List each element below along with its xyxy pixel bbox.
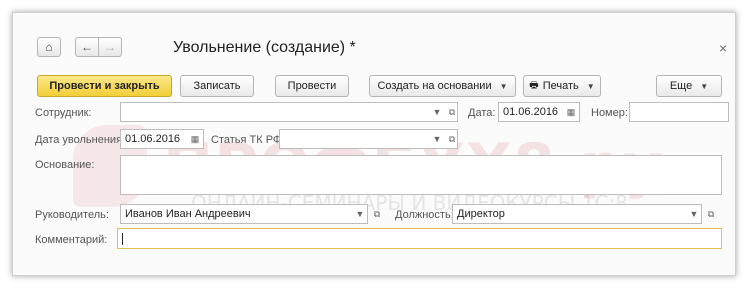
back-button[interactable]: ← (75, 37, 99, 57)
calendar-icon[interactable]: ▦ (563, 103, 579, 121)
document-window: ПРОФБУХ8.ру ОНЛАЙН-СЕМИНАРЫ И ВИДЕОКУРСЫ… (12, 12, 736, 276)
employee-label: Сотрудник: (35, 107, 92, 119)
position-field[interactable]: Директор (452, 204, 702, 224)
dropdown-icon[interactable]: ▼ (352, 205, 368, 223)
home-icon: ⌂ (45, 40, 53, 54)
open-icon[interactable]: ⧉ (444, 103, 460, 121)
basis-label: Основание: (35, 159, 95, 171)
save-button[interactable]: Записать (180, 75, 254, 97)
basis-textarea[interactable] (120, 155, 722, 195)
open-icon[interactable]: ⧉ (703, 205, 719, 223)
employee-field[interactable] (120, 102, 458, 122)
chevron-down-icon: ▼ (700, 81, 709, 91)
dropdown-icon[interactable]: ▼ (686, 205, 702, 223)
open-icon[interactable]: ⧉ (369, 205, 385, 223)
more-label: Еще (669, 80, 693, 92)
printer-icon: 🖶 (529, 79, 539, 91)
forward-button[interactable]: → (98, 37, 122, 57)
page-title: Увольнение (создание) * (173, 39, 356, 56)
open-icon[interactable]: ⧉ (444, 130, 460, 148)
more-button[interactable]: Еще ▼ (656, 75, 722, 97)
create-based-on-label: Создать на основании (377, 80, 492, 92)
number-label: Номер: (591, 107, 628, 119)
arrow-left-icon: ← (81, 40, 93, 54)
post-and-close-button[interactable]: Провести и закрыть (37, 75, 172, 97)
position-label: Должность: (395, 209, 454, 221)
dropdown-icon[interactable]: ▼ (429, 130, 445, 148)
comment-field[interactable] (117, 228, 722, 249)
chevron-down-icon: ▼ (499, 81, 508, 91)
post-button[interactable]: Провести (275, 75, 349, 97)
comment-label: Комментарий: (35, 234, 108, 246)
dropdown-icon[interactable]: ▼ (429, 103, 445, 121)
text-cursor (122, 233, 123, 245)
dismissal-date-label: Дата увольнения: (35, 134, 126, 146)
chevron-down-icon: ▼ (586, 81, 595, 91)
manager-field[interactable]: Иванов Иван Андреевич (120, 204, 368, 224)
print-button[interactable]: 🖶 Печать ▼ (523, 75, 601, 97)
number-field[interactable] (629, 102, 729, 122)
article-label: Статья ТК РФ: (211, 134, 285, 146)
calendar-icon[interactable]: ▦ (187, 130, 203, 148)
print-label: Печать (542, 80, 579, 92)
create-based-on-button[interactable]: Создать на основании ▼ (369, 75, 516, 97)
manager-label: Руководитель: (35, 209, 109, 221)
home-button[interactable]: ⌂ (37, 37, 61, 57)
arrow-right-icon: → (104, 40, 116, 54)
close-icon[interactable]: × (719, 40, 727, 56)
date-label: Дата: (468, 107, 496, 119)
